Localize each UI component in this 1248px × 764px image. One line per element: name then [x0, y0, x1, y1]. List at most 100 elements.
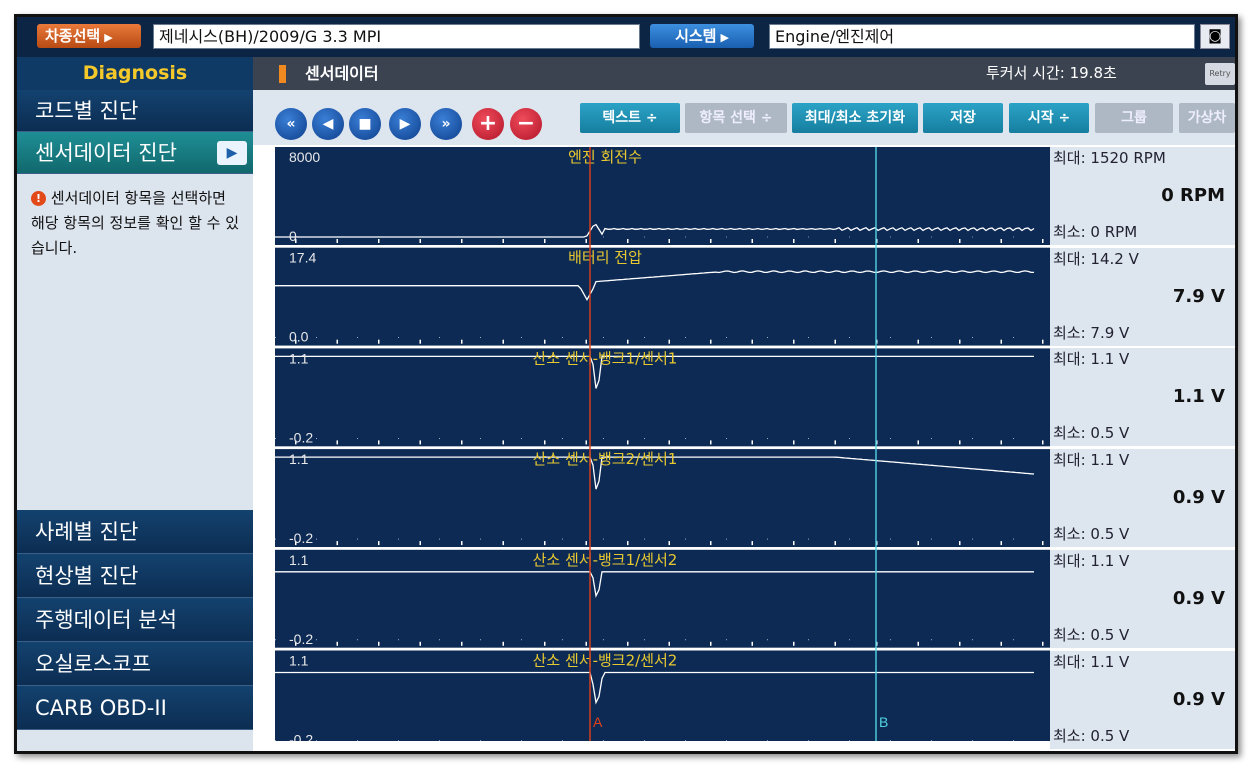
grid-tick: [585, 440, 587, 445]
grid-tick: [461, 641, 463, 646]
grid-tick: [461, 239, 463, 243]
grid-tick: [710, 440, 712, 445]
start-button[interactable]: 시작 ÷: [1009, 103, 1089, 133]
step-back-icon[interactable]: ◀: [312, 108, 344, 140]
grid-tick: [959, 339, 961, 344]
reading-max: 최대: 14.2 V: [1053, 249, 1139, 268]
grid-tick: [1042, 239, 1044, 243]
stop-icon[interactable]: ■: [349, 108, 381, 140]
grid-tick: [544, 339, 546, 344]
group-button[interactable]: 그룹: [1095, 103, 1173, 133]
info-text: 센서데이터 항목을 선택하면 해당 항목의 정보를 확인 할 수 있습니다.: [31, 189, 240, 257]
grid-tick: [461, 541, 463, 546]
sidebar-item-oscilloscope[interactable]: 오실로스코프: [17, 642, 253, 686]
sensor-chart[interactable]: 8000 0 엔진 회전수 17.4 0.0 배터리 전압 1.1 -0.2 산소 센서-뱅크1…: [275, 147, 1050, 741]
series-name: 엔진 회전수: [568, 148, 642, 166]
y-min-label: -0.2: [289, 631, 313, 647]
play-icon[interactable]: ▶: [389, 108, 421, 140]
grid-tick: [1042, 541, 1044, 546]
grid-tick: [585, 239, 587, 243]
vehicle-field[interactable]: 제네시스(BH)/2009/G 3.3 MPI: [153, 24, 640, 49]
system-select-button[interactable]: 시스템 ▶: [650, 24, 754, 48]
reading-current: 0.9 V: [1172, 487, 1225, 509]
chart-panel: [275, 147, 1050, 245]
grid-tick: [378, 339, 380, 344]
grid-tick: [502, 541, 504, 546]
grid-tick: [378, 239, 380, 243]
grid-tick: [751, 641, 753, 646]
grid-tick: [1000, 541, 1002, 546]
zoom-out-icon[interactable]: −: [510, 108, 542, 140]
reading-min: 최소: 0 RPM: [1053, 223, 1138, 241]
retry-icon[interactable]: Retry: [1205, 63, 1235, 85]
grid-tick: [502, 641, 504, 646]
camera-icon[interactable]: ◙: [1200, 24, 1230, 49]
rewind-icon[interactable]: «: [275, 108, 307, 140]
grid-tick: [751, 239, 753, 243]
series-name: 산소 센서-뱅크2/센서2: [533, 652, 678, 670]
system-select-label: 시스템: [675, 27, 717, 45]
sidebar-item-sensor-data[interactable]: 센서데이터 진단 ▶: [17, 132, 253, 174]
grid-tick: [1042, 440, 1044, 445]
chevron-right-icon: ▶: [720, 31, 729, 44]
save-button[interactable]: 저장: [923, 103, 1003, 133]
grid-tick: [627, 541, 629, 546]
system-field[interactable]: Engine/엔진제어: [769, 24, 1195, 49]
reading-box: 최대: 1.1 V 0.9 V 최소: 0.5 V: [1050, 650, 1235, 749]
readings-panel: 최대: 1520 RPM 0 RPM 최소: 0 RPM 최대: 14.2 V 7.9 …: [1050, 147, 1235, 749]
sidebar-bottom-menu: 사례별 진단 현상별 진단 주행데이터 분석 오실로스코프 CARB OBD-I…: [17, 510, 253, 730]
reading-min: 최소: 0.5 V: [1053, 525, 1130, 544]
sidebar-item-driving-data[interactable]: 주행데이터 분석: [17, 598, 253, 642]
y-min-label: 0.0: [289, 329, 309, 345]
reading-current: 1.1 V: [1172, 386, 1225, 408]
sidebar-item-carb-obd[interactable]: CARB OBD-II: [17, 686, 253, 730]
vehicle-select-button[interactable]: 차종선택 ▶: [37, 24, 141, 48]
y-max-label: 1.1: [289, 451, 309, 467]
reading-min: 최소: 0.5 V: [1053, 625, 1130, 644]
reading-min: 최소: 0.5 V: [1053, 424, 1130, 443]
y-max-label: 1.1: [289, 653, 309, 669]
vehicle-select-label: 차종선택: [45, 27, 101, 45]
grid-tick: [668, 339, 670, 344]
reading-min: 최소: 0.5 V: [1053, 726, 1130, 745]
sidebar-header: Diagnosis: [17, 57, 253, 90]
grid-tick: [959, 440, 961, 445]
sidebar-item-case[interactable]: 사례별 진단: [17, 510, 253, 554]
y-max-label: 1.1: [289, 552, 309, 568]
virtual-button[interactable]: 가상차: [1179, 103, 1235, 133]
grid-tick: [793, 541, 795, 546]
item-select-button[interactable]: 항목 선택 ÷: [685, 103, 787, 133]
chart-divider: [275, 647, 1050, 651]
grid-tick: [834, 239, 836, 243]
grid-tick: [710, 239, 712, 243]
reading-current: 7.9 V: [1172, 285, 1225, 307]
grid-tick: [668, 541, 670, 546]
series-name: 산소 센서-뱅크1/센서1: [533, 349, 678, 367]
sidebar-item-symptom[interactable]: 현상별 진단: [17, 554, 253, 598]
title-marker: [279, 65, 286, 83]
text-mode-button[interactable]: 텍스트 ÷: [580, 103, 680, 133]
zoom-in-icon[interactable]: +: [472, 108, 504, 140]
grid-tick: [751, 541, 753, 546]
grid-tick: [917, 440, 919, 445]
grid-tick: [336, 339, 338, 344]
series-name: 산소 센서-뱅크1/센서2: [533, 551, 678, 569]
app-window: 차종선택 ▶ 제네시스(BH)/2009/G 3.3 MPI 시스템 ▶ Engin…: [14, 14, 1238, 754]
reading-box: 최대: 1.1 V 0.9 V 최소: 0.5 V: [1050, 549, 1235, 648]
sidebar-item-code-diagnosis[interactable]: 코드별 진단: [17, 90, 253, 132]
top-bar: 차종선택 ▶ 제네시스(BH)/2009/G 3.3 MPI 시스템 ▶ Engin…: [17, 17, 1235, 57]
grid-tick: [834, 339, 836, 344]
fast-forward-icon[interactable]: »: [430, 108, 462, 140]
grid-tick: [1000, 440, 1002, 445]
grid-tick: [627, 641, 629, 646]
grid-tick: [336, 239, 338, 243]
y-min-label: -0.2: [289, 530, 313, 546]
reset-minmax-button[interactable]: 최대/최소 초기화: [792, 103, 918, 133]
grid-tick: [461, 339, 463, 344]
series-name: 배터리 전압: [568, 249, 642, 267]
y-min-label: -0.2: [289, 429, 313, 445]
grid-tick: [793, 339, 795, 344]
grid-tick: [917, 541, 919, 546]
toolbar: « ◀ ■ ▶ » + − 텍스트 ÷ 항목 선택 ÷ 최대/최소 초기화 저장…: [253, 90, 1235, 145]
y-max-label: 17.4: [289, 250, 316, 266]
